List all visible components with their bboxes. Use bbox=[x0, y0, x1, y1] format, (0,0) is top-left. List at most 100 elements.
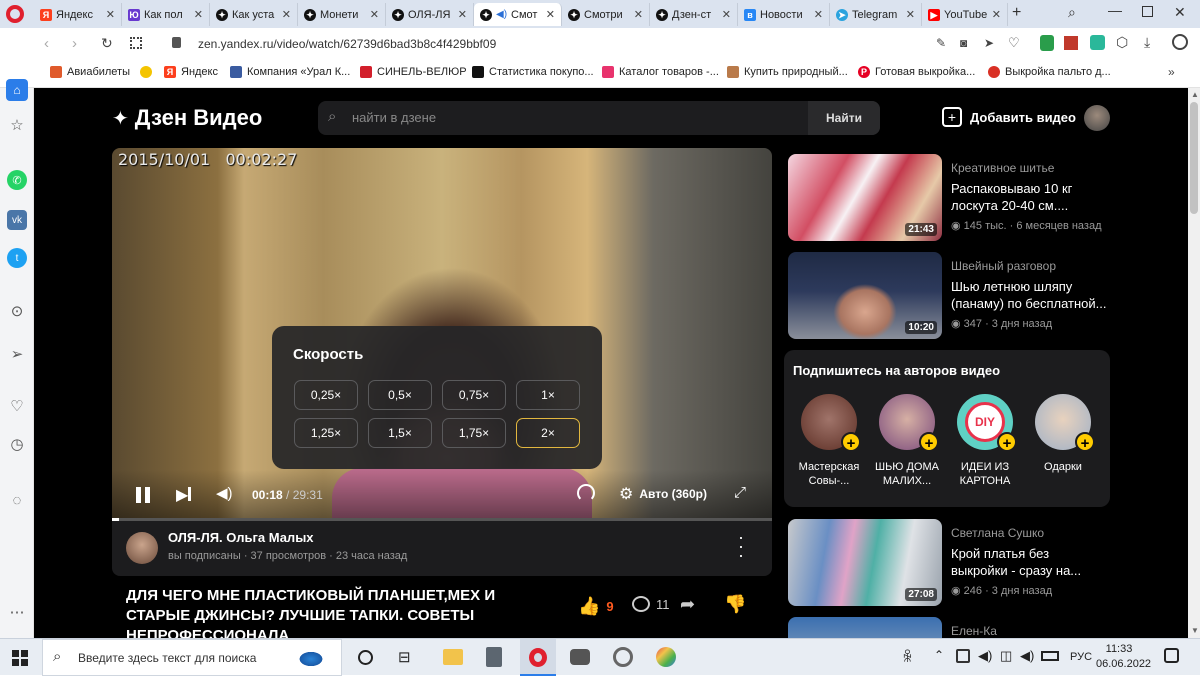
quality-button[interactable]: ⚙ Авто (360p) bbox=[619, 484, 707, 504]
bulb-icon[interactable]: ◌ bbox=[7, 490, 27, 510]
forward-icon[interactable]: › bbox=[72, 35, 77, 52]
pause-icon[interactable] bbox=[136, 487, 150, 503]
people-icon[interactable]: ꆜ bbox=[902, 648, 913, 666]
vpn-icon[interactable] bbox=[1040, 35, 1054, 51]
scroll-thumb[interactable] bbox=[1190, 102, 1198, 214]
new-tab-button[interactable]: + bbox=[1012, 4, 1021, 22]
download-icon[interactable]: ⤓ bbox=[1144, 34, 1150, 51]
add-video-button[interactable]: + Добавить видео bbox=[942, 107, 1076, 127]
camera-icon[interactable]: ◙ bbox=[960, 36, 967, 50]
bookmark-item[interactable]: Купить природный... bbox=[727, 66, 848, 78]
bookmark-item[interactable]: Выкройка пальто д... bbox=[988, 66, 1111, 78]
speed-option[interactable]: 1,25× bbox=[294, 418, 358, 448]
avatar[interactable] bbox=[1084, 105, 1110, 131]
minimize-button[interactable]: — bbox=[1108, 2, 1122, 18]
history-icon[interactable]: ◷ bbox=[7, 434, 27, 454]
rec-item[interactable]: 10:20 Швейный разговор Шью летнюю шляпу (… bbox=[788, 252, 1158, 340]
close-icon[interactable]: ✕ bbox=[992, 8, 1001, 21]
file-explorer-icon[interactable] bbox=[443, 649, 463, 665]
windows-start-icon[interactable] bbox=[12, 650, 28, 666]
reload-icon[interactable]: ↻ bbox=[101, 35, 113, 52]
speed-option[interactable]: 1,5× bbox=[368, 418, 432, 448]
send-icon[interactable]: ➤ bbox=[984, 36, 994, 50]
plus-badge-icon[interactable]: + bbox=[841, 432, 861, 452]
task-view-icon[interactable]: ⊟ bbox=[398, 648, 411, 666]
speed-option[interactable]: 1× bbox=[516, 380, 580, 410]
camera-app-icon[interactable] bbox=[570, 649, 590, 665]
speed-icon[interactable] bbox=[577, 484, 595, 502]
cube-icon[interactable]: ⬡ bbox=[1116, 34, 1128, 51]
calculator-icon[interactable] bbox=[486, 647, 502, 667]
close-window-button[interactable]: ✕ bbox=[1174, 4, 1186, 21]
fullscreen-icon[interactable]: ⤢ bbox=[734, 484, 746, 501]
bookmark-item[interactable]: Компания «Урал К... bbox=[230, 66, 350, 78]
speed-option-selected[interactable]: 2× bbox=[516, 418, 580, 448]
scroll-down-icon[interactable]: ▼ bbox=[1191, 626, 1199, 635]
star-icon[interactable]: ☆ bbox=[7, 115, 27, 135]
rec-item[interactable]: 21:43 Креативное шитье Распаковываю 10 к… bbox=[788, 154, 1158, 242]
search-button[interactable]: Найти bbox=[808, 101, 880, 135]
twitter-icon[interactable]: t bbox=[7, 248, 27, 268]
close-icon[interactable]: ✕ bbox=[458, 8, 467, 21]
tab[interactable]: ✦ Как уста ✕ bbox=[210, 3, 298, 26]
notifications-icon[interactable] bbox=[1164, 648, 1179, 663]
rec-item[interactable]: Елен-Ка bbox=[788, 617, 1158, 638]
bookmark-item[interactable]: Авиабилеты bbox=[50, 66, 130, 78]
speed-option[interactable]: 0,75× bbox=[442, 380, 506, 410]
network-icon[interactable]: ◫ bbox=[1000, 648, 1012, 664]
close-icon[interactable]: ✕ bbox=[906, 8, 915, 21]
author-card[interactable]: + Мастерская Совы-... bbox=[790, 394, 868, 488]
close-icon[interactable]: ✕ bbox=[634, 8, 643, 21]
url-field[interactable]: zen.yandex.ru/video/watch/62739d6bad3b8c… bbox=[198, 37, 496, 51]
back-icon[interactable]: ‹ bbox=[44, 35, 49, 52]
bookmark-item[interactable]: Я Яндекс bbox=[164, 66, 218, 78]
search-input[interactable]: найти в дзене bbox=[352, 110, 436, 125]
tab[interactable]: Ю Как пол ✕ bbox=[122, 3, 210, 26]
home-icon[interactable]: ⌂ bbox=[6, 79, 28, 101]
cortana-icon[interactable] bbox=[358, 650, 373, 665]
author-card[interactable]: DIY + ИДЕИ ИЗ КАРТОНА bbox=[946, 394, 1024, 488]
bookmark-item[interactable]: СИНЕЛЬ-ВЕЛЮР bbox=[360, 66, 467, 78]
close-icon[interactable]: ✕ bbox=[546, 8, 555, 21]
media-icon[interactable] bbox=[613, 647, 633, 667]
plus-badge-icon[interactable]: + bbox=[1075, 432, 1095, 452]
video-player[interactable]: 2015/10/01 00:02:27 Скорость 0,25× 0,5× … bbox=[112, 148, 772, 520]
next-icon[interactable]: ▶ bbox=[176, 485, 192, 505]
tab[interactable]: ▶ YouTube ✕ bbox=[922, 3, 1008, 26]
volume-icon[interactable]: ◀) bbox=[978, 648, 992, 664]
close-icon[interactable]: ✕ bbox=[814, 8, 823, 21]
channel-name[interactable]: ОЛЯ-ЛЯ. Ольга Малых bbox=[168, 530, 314, 545]
speed-option[interactable]: 0,25× bbox=[294, 380, 358, 410]
tab-active[interactable]: ✦ ◀) Смот ✕ bbox=[474, 3, 562, 26]
speed-option[interactable]: 0,5× bbox=[368, 380, 432, 410]
thumbs-down-icon[interactable]: 👎 bbox=[724, 594, 746, 615]
speed-dial-icon[interactable] bbox=[130, 37, 142, 49]
taskbar-search[interactable]: ⌕ Введите здесь текст для поиска bbox=[42, 639, 342, 676]
profile-icon[interactable] bbox=[1172, 34, 1188, 50]
send-icon[interactable]: ➢ bbox=[7, 344, 27, 364]
opera-icon[interactable] bbox=[520, 639, 556, 676]
tab[interactable]: ✦ Дзен-ст ✕ bbox=[650, 3, 738, 26]
whatsapp-icon[interactable]: ✆ bbox=[7, 170, 27, 190]
clock[interactable]: 11:33 06.06.2022 bbox=[1096, 642, 1151, 672]
bookmark-item[interactable]: P Готовая выкройка... bbox=[858, 66, 975, 78]
search-tabs-icon[interactable]: ⌕ bbox=[1068, 4, 1076, 21]
close-icon[interactable]: ✕ bbox=[194, 8, 203, 21]
author-card[interactable]: + ШЬЮ ДОМА МАЛИХ... bbox=[868, 394, 946, 488]
channel-avatar[interactable] bbox=[126, 532, 158, 564]
rec-item[interactable]: 27:08 Светлана Сушко Крой платья без выкр… bbox=[788, 519, 1158, 607]
volume-icon[interactable]: ◀) bbox=[216, 484, 233, 502]
tab[interactable]: ➤ Telegram ✕ bbox=[830, 3, 922, 26]
scroll-up-icon[interactable]: ▲ bbox=[1191, 90, 1199, 99]
speaker-icon[interactable]: ◀) bbox=[1020, 648, 1034, 664]
battery-icon[interactable] bbox=[1041, 651, 1059, 661]
tab[interactable]: ✦ Смотри ✕ bbox=[562, 3, 650, 26]
more-icon[interactable]: ⋯ bbox=[7, 602, 27, 622]
close-icon[interactable]: ✕ bbox=[722, 8, 731, 21]
opera-menu-button[interactable] bbox=[6, 5, 24, 23]
close-icon[interactable]: ✕ bbox=[106, 8, 115, 21]
like-button[interactable]: 👍 9 bbox=[578, 596, 614, 617]
language-indicator[interactable]: РУС bbox=[1070, 651, 1092, 663]
player-icon[interactable]: ⊙ bbox=[7, 301, 27, 321]
edit-icon[interactable]: ✎ bbox=[936, 36, 946, 50]
